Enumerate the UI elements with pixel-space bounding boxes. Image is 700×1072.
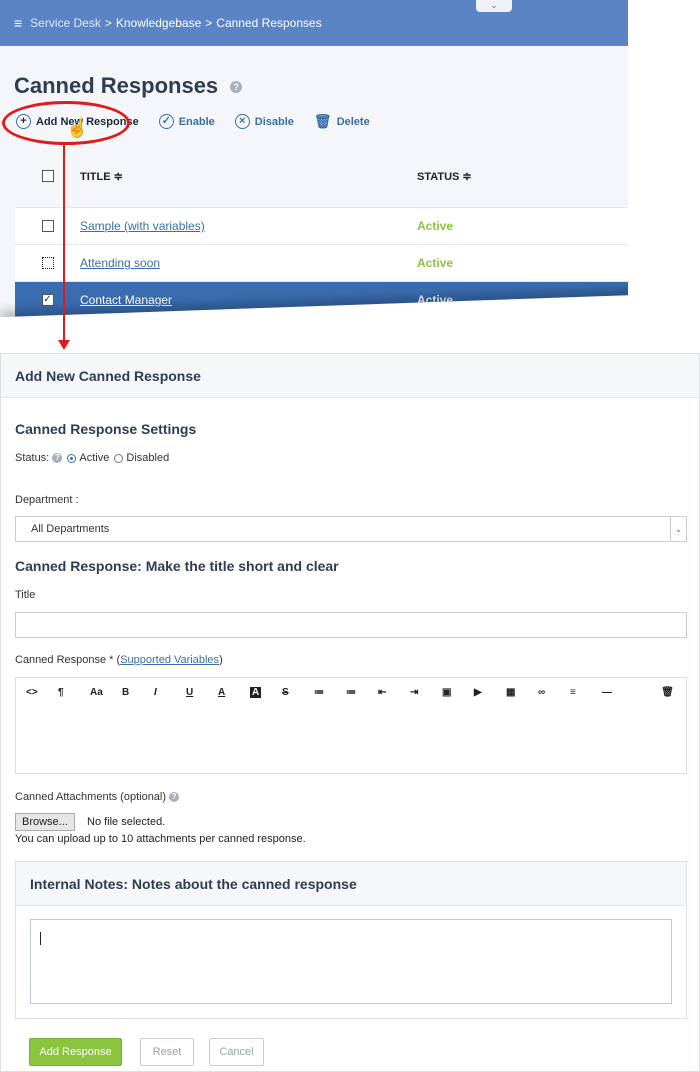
cancel-button[interactable]: Cancel [209, 1038, 264, 1066]
title-input[interactable] [15, 612, 687, 638]
select-all-checkbox[interactable] [41, 170, 54, 182]
disable-button[interactable]: × Disable [234, 114, 294, 129]
breadcrumb-separator: > [205, 16, 213, 30]
canned-responses-table: TITLE ≑ STATUS ≑ Sample (with variables)… [15, 145, 628, 319]
row-checkbox[interactable]: ✓ [41, 294, 54, 306]
attachments-help-icon[interactable]: ? [169, 792, 180, 803]
align-icon[interactable]: ≡ [570, 687, 602, 698]
table-row[interactable]: Sample (with variables) Active [15, 208, 628, 245]
disable-label: Disable [254, 115, 294, 128]
department-value: All Departments [31, 523, 110, 535]
paragraph-icon[interactable]: ¶ [58, 687, 90, 698]
video-icon[interactable]: ▶ [474, 687, 506, 698]
list-screenshot: ≡ Service Desk > Knowledgebase > Canned … [0, 0, 628, 330]
enable-button[interactable]: ✓ Enable [158, 114, 215, 129]
breadcrumb: ≡ Service Desk > Knowledgebase > Canned … [0, 0, 628, 46]
breadcrumb-service-desk[interactable]: Service Desk [30, 16, 101, 30]
settings-section-title: Canned Response Settings [15, 421, 197, 437]
internal-notes-title: Internal Notes: Notes about the canned r… [16, 862, 686, 906]
check-circle-icon: ✓ [158, 114, 174, 129]
font-color-icon[interactable]: A [218, 687, 250, 698]
title-section-heading: Canned Response: Make the title short an… [15, 558, 339, 574]
status-active-label: Active [79, 452, 110, 464]
page-title: Canned Responses ? [14, 73, 243, 99]
trash-icon: 🗑 [313, 113, 332, 129]
status-label: Status: [15, 452, 50, 464]
no-file-text: No file selected. [87, 816, 166, 828]
code-view-icon[interactable]: <> [26, 687, 58, 698]
canned-response-label-end: ) [219, 654, 223, 666]
enable-label: Enable [178, 115, 215, 128]
upload-note: You can upload up to 10 attachments per … [15, 833, 306, 845]
table-header: TITLE ≑ STATUS ≑ [15, 145, 628, 208]
supported-variables-link[interactable]: Supported Variables [120, 654, 219, 666]
column-status[interactable]: STATUS ≑ [417, 170, 628, 183]
text-cursor [40, 932, 41, 945]
breadcrumb-separator: > [104, 16, 112, 30]
status-active-radio[interactable] [67, 453, 77, 463]
canned-response-label-text: Canned Response * ( [15, 654, 121, 666]
collapse-chevron-icon[interactable]: ⌄ [476, 0, 512, 12]
rich-text-editor[interactable]: <> ¶ Aa B I U A A S ≔ ≔ ⇤ ⇥ ▣ ▶ ▦ ∞ ≡ — … [15, 677, 687, 774]
table-icon[interactable]: ▦ [506, 687, 538, 698]
editor-trash-icon[interactable]: 🗑 [661, 687, 674, 698]
row-checkbox[interactable] [41, 257, 54, 269]
status-disabled-label: Disabled [126, 452, 170, 464]
menu-icon[interactable]: ≡ [14, 15, 22, 31]
annotation-arrow [63, 142, 65, 342]
status-disabled-radio[interactable] [114, 453, 124, 463]
browse-button[interactable]: Browse... [15, 813, 75, 831]
hand-cursor-icon: ☝ [66, 118, 89, 138]
status-field: Status: ? Active Disabled [15, 452, 169, 464]
form-panel-title: Add New Canned Response [1, 354, 699, 398]
bold-icon[interactable]: B [122, 687, 154, 698]
italic-icon[interactable]: I [154, 687, 186, 698]
delete-label: Delete [336, 115, 370, 128]
indent-icon[interactable]: ⇥ [410, 687, 442, 698]
status-badge: Active [417, 256, 454, 270]
response-title-link[interactable]: Attending soon [80, 256, 160, 270]
internal-notes-textarea[interactable] [30, 919, 672, 1004]
underline-icon[interactable]: U [186, 687, 218, 698]
response-title-link[interactable]: Sample (with variables) [80, 219, 205, 233]
table-row[interactable]: Attending soon Active [15, 245, 628, 282]
breadcrumb-canned-responses: Canned Responses [216, 16, 322, 30]
image-icon[interactable]: ▣ [442, 687, 474, 698]
outdent-icon[interactable]: ⇤ [378, 687, 410, 698]
title-label: Title [15, 589, 36, 601]
chevron-down-icon: ⌄ [670, 517, 686, 541]
strikethrough-icon[interactable]: S [282, 687, 314, 698]
breadcrumb-knowledgebase[interactable]: Knowledgebase [116, 16, 201, 30]
internal-notes-panel: Internal Notes: Notes about the canned r… [15, 861, 687, 1019]
page-title-text: Canned Responses [14, 73, 219, 98]
font-size-icon[interactable]: Aa [90, 687, 122, 698]
column-title[interactable]: TITLE ≑ [80, 170, 417, 183]
response-title-link[interactable]: Contact Manager [80, 293, 172, 307]
horizontal-rule-icon[interactable]: — [602, 687, 634, 698]
status-badge: Active [417, 219, 454, 233]
attachments-label-text: Canned Attachments (optional) [15, 791, 167, 803]
department-label: Department : [15, 494, 79, 506]
attachments-label: Canned Attachments (optional) ? [15, 791, 180, 803]
ordered-list-icon[interactable]: ≔ [346, 687, 378, 698]
department-select[interactable]: All Departments ⌄ [15, 516, 687, 542]
delete-button[interactable]: 🗑 Delete [314, 113, 370, 130]
x-circle-icon: × [234, 114, 250, 129]
unordered-list-icon[interactable]: ≔ [314, 687, 346, 698]
reset-button[interactable]: Reset [140, 1038, 194, 1066]
background-color-icon[interactable]: A [250, 686, 282, 698]
link-icon[interactable]: ∞ [538, 687, 570, 698]
row-checkbox[interactable] [41, 220, 54, 232]
add-response-button[interactable]: Add Response [29, 1038, 122, 1066]
annotation-arrow-head [58, 340, 70, 350]
status-help-icon[interactable]: ? [52, 453, 63, 464]
help-icon[interactable]: ? [230, 81, 243, 94]
canned-response-label: Canned Response * (Supported Variables) [15, 654, 223, 666]
add-canned-response-form: Add New Canned Response Canned Response … [0, 353, 700, 1072]
editor-toolbar: <> ¶ Aa B I U A A S ≔ ≔ ⇤ ⇥ ▣ ▶ ▦ ∞ ≡ — … [16, 678, 686, 706]
